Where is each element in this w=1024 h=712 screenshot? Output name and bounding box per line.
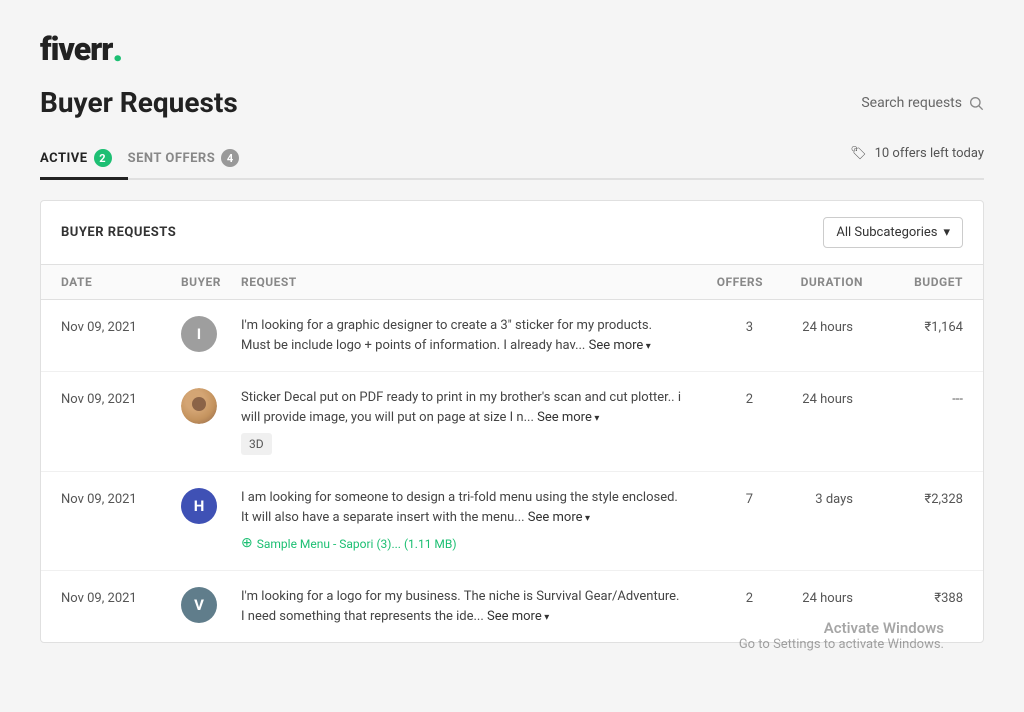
search-box[interactable]: Search requests bbox=[861, 95, 984, 111]
header-row: Buyer Requests Search requests bbox=[40, 86, 984, 119]
logo: fiverr. bbox=[40, 30, 984, 68]
subcategory-label: All Subcategories bbox=[836, 225, 937, 240]
offers-left-text: 10 offers left today bbox=[875, 146, 984, 161]
col-date: DATE bbox=[61, 275, 181, 289]
table-row: Nov 09, 2021 H I am looking for someone … bbox=[41, 472, 983, 571]
row2-budget: --- bbox=[863, 388, 963, 407]
row1-offers: 3 bbox=[683, 316, 763, 335]
col-duration: DURATION bbox=[763, 275, 863, 289]
main-card: BUYER REQUESTS All Subcategories ▾ DATE … bbox=[40, 200, 984, 643]
row4-see-more[interactable]: See more bbox=[487, 609, 549, 624]
attachment-icon: ⊕ bbox=[241, 533, 253, 554]
row1-see-more[interactable]: See more bbox=[589, 338, 651, 353]
col-budget: BUDGET bbox=[863, 275, 963, 289]
row2-date: Nov 09, 2021 bbox=[61, 388, 181, 407]
col-offers: OFFERS bbox=[683, 275, 763, 289]
row4-date: Nov 09, 2021 bbox=[61, 587, 181, 606]
page-wrapper: fiverr. Buyer Requests Search requests A… bbox=[0, 0, 1024, 712]
row2-duration: 24 hours bbox=[763, 388, 863, 407]
tabs-row: ACTIVE 2 SENT OFFERS 4 🏷 10 offers left … bbox=[40, 139, 984, 180]
row3-avatar: H bbox=[181, 488, 241, 524]
col-request: REQUEST bbox=[241, 275, 683, 289]
page-title: Buyer Requests bbox=[40, 86, 238, 119]
avatar: H bbox=[181, 488, 217, 524]
table-row: Nov 09, 2021 V I'm looking for a logo fo… bbox=[41, 571, 983, 642]
logo-dot: . bbox=[112, 31, 123, 67]
offer-icon: 🏷 bbox=[850, 146, 867, 161]
card-title: BUYER REQUESTS bbox=[61, 225, 176, 240]
offers-left: 🏷 10 offers left today bbox=[850, 146, 984, 171]
tab-active-label: ACTIVE bbox=[40, 151, 88, 166]
table-header: DATE BUYER REQUEST OFFERS DURATION BUDGE… bbox=[41, 265, 983, 300]
search-label: Search requests bbox=[861, 95, 962, 111]
row2-tag: 3D bbox=[241, 433, 272, 455]
row4-budget: ₹388 bbox=[863, 587, 963, 606]
tab-active-badge: 2 bbox=[94, 149, 112, 167]
row3-offers: 7 bbox=[683, 488, 763, 507]
card-header: BUYER REQUESTS All Subcategories ▾ bbox=[41, 201, 983, 265]
row2-offers: 2 bbox=[683, 388, 763, 407]
avatar bbox=[181, 388, 217, 424]
row3-see-more[interactable]: See more bbox=[528, 510, 590, 525]
row1-request: I'm looking for a graphic designer to cr… bbox=[241, 316, 683, 355]
row1-avatar: I bbox=[181, 316, 241, 352]
table-row: Nov 09, 2021 I I'm looking for a graphic… bbox=[41, 300, 983, 372]
row1-date: Nov 09, 2021 bbox=[61, 316, 181, 335]
logo-text: fiverr bbox=[40, 30, 112, 68]
tabs: ACTIVE 2 SENT OFFERS 4 bbox=[40, 139, 255, 178]
row4-request: I'm looking for a logo for my business. … bbox=[241, 587, 683, 626]
table-row: Nov 09, 2021 Sticker Decal put on PDF re… bbox=[41, 372, 983, 472]
row3-budget: ₹2,328 bbox=[863, 488, 963, 507]
col-buyer: BUYER bbox=[181, 275, 241, 289]
row1-duration: 24 hours bbox=[763, 316, 863, 335]
tab-sent-offers-badge: 4 bbox=[221, 149, 239, 167]
row3-duration: 3 days bbox=[763, 488, 863, 507]
row3-date: Nov 09, 2021 bbox=[61, 488, 181, 507]
row1-budget: ₹1,164 bbox=[863, 316, 963, 335]
row2-see-more[interactable]: See more bbox=[537, 410, 599, 425]
tab-sent-offers[interactable]: SENT OFFERS 4 bbox=[128, 139, 256, 180]
row4-avatar: V bbox=[181, 587, 241, 623]
row4-offers: 2 bbox=[683, 587, 763, 606]
row2-request: Sticker Decal put on PDF ready to print … bbox=[241, 388, 683, 455]
tab-sent-offers-label: SENT OFFERS bbox=[128, 151, 216, 166]
row2-avatar bbox=[181, 388, 241, 424]
attachment-label: Sample Menu - Sapori (3)... (1.11 MB) bbox=[257, 535, 457, 553]
avatar: I bbox=[181, 316, 217, 352]
subcategory-dropdown[interactable]: All Subcategories ▾ bbox=[823, 217, 963, 248]
avatar: V bbox=[181, 587, 217, 623]
search-icon bbox=[968, 95, 984, 111]
dropdown-chevron-icon: ▾ bbox=[943, 225, 950, 240]
row3-attachment[interactable]: ⊕ Sample Menu - Sapori (3)... (1.11 MB) bbox=[241, 533, 683, 554]
tab-active[interactable]: ACTIVE 2 bbox=[40, 139, 128, 180]
row3-request: I am looking for someone to design a tri… bbox=[241, 488, 683, 554]
row4-duration: 24 hours bbox=[763, 587, 863, 606]
